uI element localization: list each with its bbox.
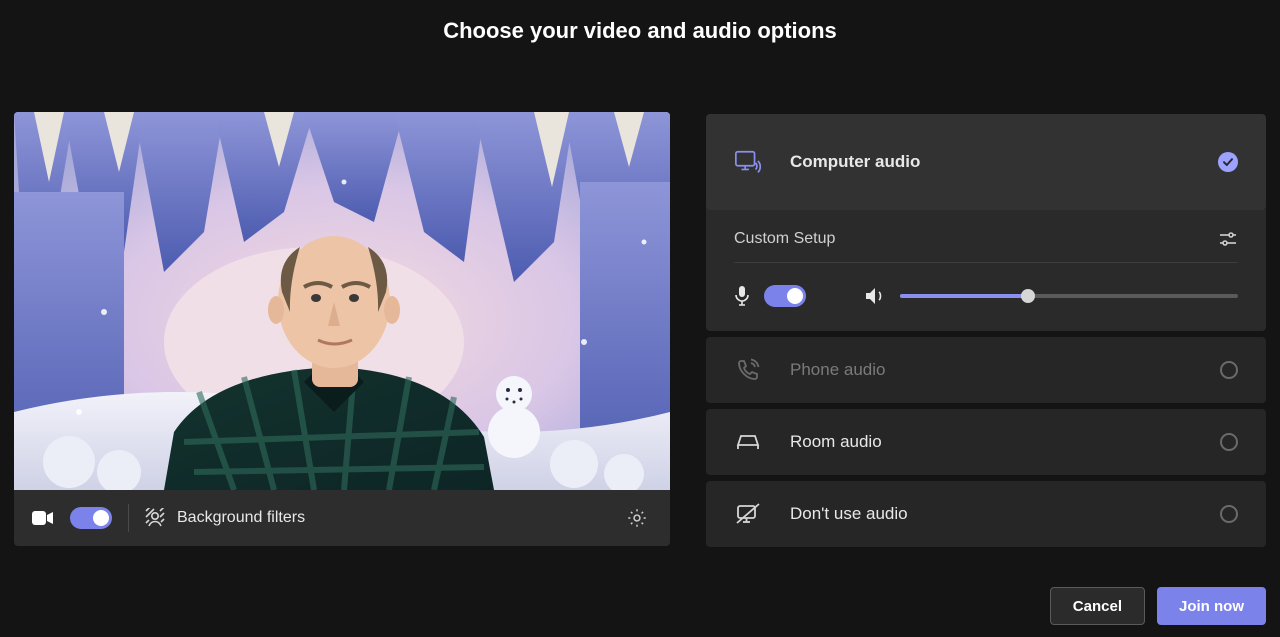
phone-audio-icon (734, 358, 762, 382)
radio-unselected (1220, 361, 1238, 379)
room-audio-icon (734, 432, 762, 452)
page-title: Choose your video and audio options (0, 0, 1280, 44)
audio-settings-button[interactable] (1218, 230, 1238, 248)
background-filters-label: Background filters (177, 509, 305, 527)
gear-icon (626, 507, 648, 529)
selected-check-icon (1218, 152, 1238, 172)
video-settings-button[interactable] (622, 503, 652, 533)
speaker-icon (864, 286, 886, 306)
video-preview-svg (14, 112, 670, 490)
radio-unselected (1220, 433, 1238, 451)
divider (128, 504, 129, 532)
custom-setup-panel: Custom Setup (706, 210, 1266, 331)
video-controls-bar: Background filters (14, 490, 670, 546)
divider (734, 262, 1238, 263)
join-now-button[interactable]: Join now (1157, 587, 1266, 625)
audio-option-room[interactable]: Room audio (706, 409, 1266, 475)
radio-unselected (1220, 505, 1238, 523)
cancel-button[interactable]: Cancel (1050, 587, 1145, 625)
computer-audio-label: Computer audio (790, 152, 1190, 172)
video-preview (14, 112, 670, 490)
custom-setup-title: Custom Setup (734, 230, 835, 248)
camera-icon (32, 510, 54, 526)
no-audio-label: Don't use audio (790, 504, 1192, 524)
room-audio-label: Room audio (790, 432, 1192, 452)
no-audio-icon (734, 503, 762, 525)
background-filters-icon (145, 508, 165, 528)
audio-option-computer[interactable]: Computer audio (706, 114, 1266, 210)
audio-option-none[interactable]: Don't use audio (706, 481, 1266, 547)
computer-audio-card: Computer audio Custom Setup (706, 114, 1266, 331)
computer-audio-icon (734, 149, 762, 175)
microphone-toggle[interactable] (764, 285, 806, 307)
microphone-icon (734, 285, 750, 307)
volume-slider[interactable] (900, 294, 1238, 298)
phone-audio-label: Phone audio (790, 360, 1192, 380)
audio-option-phone[interactable]: Phone audio (706, 337, 1266, 403)
background-filters-button[interactable]: Background filters (145, 508, 305, 528)
camera-toggle[interactable] (70, 507, 112, 529)
sliders-icon (1218, 230, 1238, 248)
